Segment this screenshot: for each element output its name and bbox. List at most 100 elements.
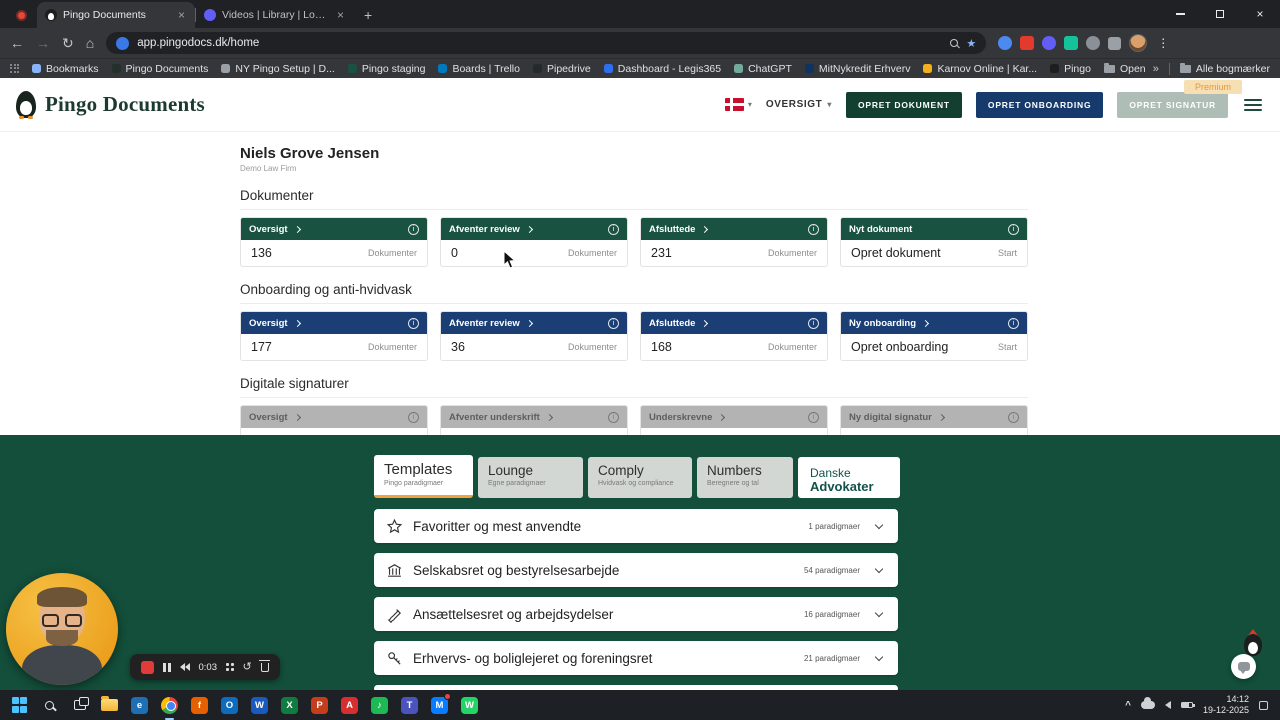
webcam-overlay[interactable]	[6, 573, 118, 685]
category-row-erhvervslejeret[interactable]: Erhvervs- og boliglejeret og foreningsre…	[374, 641, 898, 675]
chat-widget-button[interactable]	[1231, 654, 1256, 679]
category-row-selskabsret[interactable]: Selskabsret og bestyrelsesarbejde 54 par…	[374, 553, 898, 587]
nav-oversigt[interactable]: OVERSIGT ▾	[766, 99, 832, 110]
bookmark-item[interactable]: Pipedrive	[532, 63, 591, 75]
info-icon[interactable]: i	[408, 411, 419, 423]
info-icon[interactable]: i	[1008, 223, 1019, 235]
info-icon[interactable]: i	[808, 223, 819, 235]
rewind-icon[interactable]	[179, 663, 190, 671]
language-selector[interactable]: ▾	[724, 98, 752, 111]
powerpoint-icon[interactable]: P	[306, 692, 333, 718]
browser-tab-pingo[interactable]: Pingo Documents ×	[37, 2, 195, 28]
bookmark-item[interactable]: Pingo staging	[347, 63, 425, 75]
info-icon[interactable]: i	[608, 411, 619, 423]
card-onboarding-afsluttede[interactable]: Afsluttede i 168 Dokumenter	[640, 311, 828, 361]
category-row-favoritter[interactable]: Favoritter og mest anvendte 1 paradigmae…	[374, 509, 898, 543]
chevron-down-icon[interactable]	[874, 564, 884, 573]
bookmarks-overflow-icon[interactable]: »	[1153, 63, 1159, 75]
file-explorer-icon[interactable]	[96, 692, 123, 718]
back-icon[interactable]: ←	[10, 36, 24, 50]
tab-templates[interactable]: Templates Pingo paradigmaer	[374, 455, 473, 498]
word-icon[interactable]: W	[246, 692, 273, 718]
bookmark-item[interactable]: Boards | Trello	[438, 63, 520, 75]
reload-icon[interactable]: ↻	[62, 36, 74, 50]
restart-recording-icon[interactable]: ↺	[243, 661, 252, 673]
info-icon[interactable]: i	[608, 223, 619, 235]
pause-icon[interactable]	[163, 662, 171, 672]
bookmark-star-icon[interactable]: ★	[966, 37, 976, 50]
bookmark-item[interactable]: Pingo	[1050, 63, 1091, 75]
profile-avatar[interactable]	[1129, 34, 1148, 52]
info-icon[interactable]: i	[408, 223, 419, 235]
brand-logo[interactable]: Pingo Documents	[16, 91, 205, 119]
bookmark-item[interactable]: Dashboard - Legis365	[603, 63, 721, 75]
tab-numbers[interactable]: Numbers Beregnere og tal	[697, 457, 793, 498]
delete-recording-icon[interactable]	[259, 659, 271, 672]
danske-advokater-logo[interactable]: Danske Advokater	[798, 457, 900, 498]
grammarly-extension-icon[interactable]	[1064, 36, 1079, 50]
teams-icon[interactable]: T	[396, 692, 423, 718]
info-icon[interactable]: i	[808, 317, 819, 329]
info-icon[interactable]: i	[608, 317, 619, 329]
messenger-icon[interactable]: M	[426, 692, 453, 718]
category-row-ansaettelsesret[interactable]: Ansættelsesret og arbejdsydelser 16 para…	[374, 597, 898, 631]
info-icon[interactable]: i	[1008, 411, 1019, 423]
search-icon[interactable]	[950, 39, 959, 47]
tab-close-icon[interactable]: ×	[335, 8, 346, 22]
tab-close-icon[interactable]: ×	[176, 8, 187, 22]
edge-icon[interactable]: e	[126, 692, 153, 718]
card-dokumenter-afventer-review[interactable]: Afventer review i 0 Dokumenter	[440, 217, 628, 267]
all-bookmarks[interactable]: Alle bogmærker	[1179, 62, 1270, 75]
address-bar[interactable]: app.pingodocs.dk/home ★	[106, 32, 987, 54]
chevron-down-icon[interactable]	[874, 520, 884, 529]
bookmark-item[interactable]: NY Pingo Setup | D...	[221, 63, 335, 75]
card-onboarding-afventer-review[interactable]: Afventer review i 36 Dokumenter	[440, 311, 628, 361]
outlook-icon[interactable]: O	[216, 692, 243, 718]
home-icon[interactable]: ⌂	[86, 36, 94, 50]
forward-icon[interactable]: →	[36, 36, 50, 50]
loom-extension-icon[interactable]	[1042, 36, 1057, 50]
bookmark-item[interactable]: Pingo Documents	[111, 63, 208, 75]
bookmark-item[interactable]: Karnov Online | Kar...	[923, 63, 1037, 75]
apps-grid-icon[interactable]	[10, 63, 19, 74]
info-icon[interactable]: i	[1008, 317, 1019, 329]
tools-grid-icon[interactable]	[226, 663, 234, 671]
task-view-icon[interactable]	[66, 692, 93, 718]
window-close-button[interactable]: ×	[1240, 0, 1280, 28]
firefox-icon[interactable]: f	[186, 692, 213, 718]
browser-tab-loom[interactable]: Videos | Library | Loom ×	[196, 2, 354, 28]
window-minimize-button[interactable]	[1160, 0, 1200, 28]
chevron-down-icon[interactable]	[874, 608, 884, 617]
battery-icon[interactable]	[1180, 702, 1195, 708]
spotify-icon[interactable]: ♪	[366, 692, 393, 718]
notification-center-icon[interactable]	[1259, 700, 1268, 710]
card-dokumenter-oversigt[interactable]: Oversigt i 136 Dokumenter	[240, 217, 428, 267]
whatsapp-icon[interactable]: W	[456, 692, 483, 718]
menu-icon[interactable]	[1242, 97, 1264, 113]
card-onboarding-oversigt[interactable]: Oversigt i 177 Dokumenter	[240, 311, 428, 361]
card-dokumenter-afsluttede[interactable]: Afsluttede i 231 Dokumenter	[640, 217, 828, 267]
card-nyt-dokument[interactable]: Nyt dokument i Opret dokument Start	[840, 217, 1028, 267]
excel-icon[interactable]: X	[276, 692, 303, 718]
browser-menu-icon[interactable]: ⋮	[1155, 36, 1171, 50]
chevron-down-icon[interactable]	[874, 652, 884, 661]
bookmark-item[interactable]: MitNykredit Erhverv	[804, 63, 910, 75]
card-ny-onboarding[interactable]: Ny onboarding i Opret onboarding Start	[840, 311, 1028, 361]
start-button[interactable]	[6, 692, 33, 718]
chrome-icon[interactable]	[156, 692, 183, 720]
opret-dokument-button[interactable]: OPRET DOKUMENT	[845, 91, 962, 118]
bookmark-item[interactable]: ChatGPT	[734, 63, 792, 75]
tray-chevron-icon[interactable]: ^	[1125, 700, 1131, 711]
opret-onboarding-button[interactable]: OPRET ONBOARDING	[975, 91, 1104, 118]
bookmark-item[interactable]: Bookmarks	[32, 63, 99, 75]
window-maximize-button[interactable]	[1200, 0, 1240, 28]
info-icon[interactable]: i	[808, 411, 819, 423]
url-text[interactable]: app.pingodocs.dk/home	[137, 37, 942, 49]
stop-recording-button[interactable]	[141, 660, 154, 674]
password-manager-extension-icon[interactable]	[998, 36, 1013, 50]
tab-comply[interactable]: Comply Hvidvask og compliance	[588, 457, 692, 498]
cast-extension-icon[interactable]	[1086, 36, 1101, 50]
taskbar-clock[interactable]: 14:12 19-12-2025	[1203, 694, 1249, 717]
taskbar-search-icon[interactable]	[36, 692, 63, 718]
extensions-puzzle-icon[interactable]	[1108, 36, 1122, 50]
